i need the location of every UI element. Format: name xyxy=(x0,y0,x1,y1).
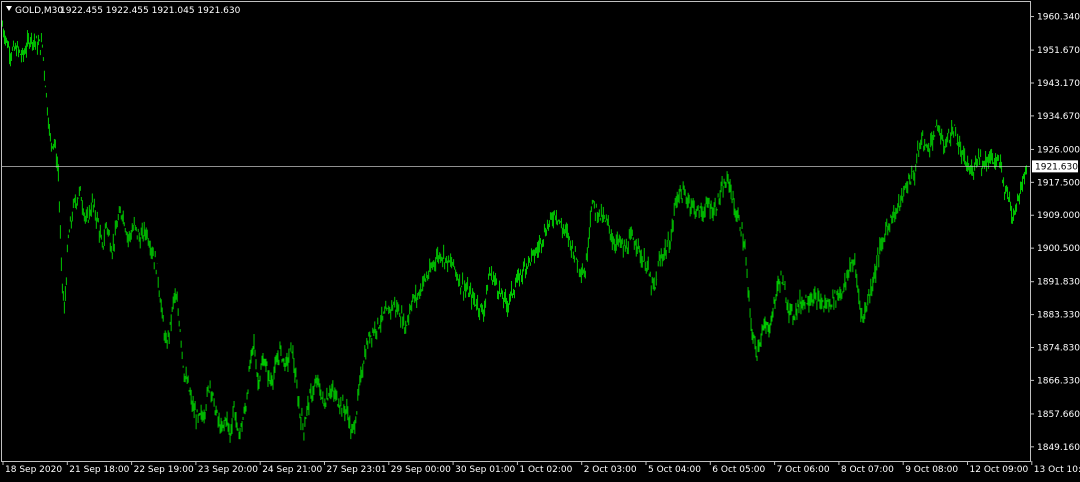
y-tick-label: 1909.000 xyxy=(1037,211,1080,221)
x-tick-label: 29 Sep 00:00 xyxy=(391,465,451,475)
y-tick-label: 1951.670 xyxy=(1037,46,1080,56)
x-tick-label: 5 Oct 04:00 xyxy=(648,465,701,475)
y-tick-label: 1874.830 xyxy=(1037,343,1080,353)
y-tick-label: 1866.330 xyxy=(1037,376,1080,386)
y-tick-label: 1891.830 xyxy=(1037,278,1080,288)
y-tick-label: 1960.340 xyxy=(1037,13,1080,23)
x-tick-label: 2 Oct 03:00 xyxy=(584,465,637,475)
ohlc-readout: 1922.455 1922.455 1921.045 1921.630 xyxy=(60,6,241,16)
x-tick-label: 21 Sep 18:00 xyxy=(69,465,129,475)
y-tick-label: 1926.000 xyxy=(1037,145,1080,155)
x-tick-label: 8 Oct 07:00 xyxy=(841,465,894,475)
current-price-label: 1921.630 xyxy=(1035,162,1078,172)
x-tick-label: 27 Sep 23:01 xyxy=(327,465,387,475)
x-tick-label: 22 Sep 19:00 xyxy=(134,465,194,475)
x-tick-label: 9 Oct 08:00 xyxy=(905,465,958,475)
x-tick-label: 13 Oct 10:00 xyxy=(1034,465,1080,475)
y-tick-label: 1849.160 xyxy=(1037,443,1080,453)
y-tick-label: 1934.670 xyxy=(1037,112,1080,122)
x-tick-label: 6 Oct 05:00 xyxy=(712,465,765,475)
chart-window[interactable]: GOLD,M30 1922.455 1922.455 1921.045 1921… xyxy=(0,0,1080,478)
x-tick-label: 7 Oct 06:00 xyxy=(777,465,830,475)
price-chart[interactable]: GOLD,M30 1922.455 1922.455 1921.045 1921… xyxy=(0,0,1080,478)
x-tick-label: 23 Sep 20:00 xyxy=(198,465,258,475)
y-tick-label: 1883.330 xyxy=(1037,311,1080,321)
x-tick-label: 12 Oct 09:00 xyxy=(970,465,1029,475)
y-tick-label: 1900.500 xyxy=(1037,244,1080,254)
y-tick-label: 1943.170 xyxy=(1037,79,1080,89)
symbol-label: GOLD,M30 xyxy=(15,6,63,16)
x-tick-label: 18 Sep 2020 xyxy=(5,465,62,475)
y-tick-label: 1857.660 xyxy=(1037,410,1080,420)
x-tick-label: 24 Sep 21:00 xyxy=(262,465,322,475)
x-tick-label: 30 Sep 01:00 xyxy=(455,465,515,475)
x-tick-label: 1 Oct 02:00 xyxy=(519,465,572,475)
y-tick-label: 1917.500 xyxy=(1037,178,1080,188)
